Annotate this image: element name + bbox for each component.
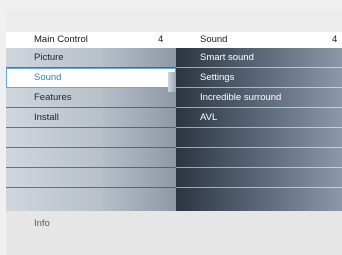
menu-item-picture[interactable]: Picture (6, 48, 176, 68)
menu-item-empty (6, 128, 176, 148)
sound-submenu-panel: Smart sound Settings Incredible surround… (176, 48, 342, 211)
submenu-item-empty (176, 148, 342, 168)
menu-item-empty (6, 148, 176, 168)
menu-item-label: Install (34, 112, 59, 123)
submenu-item-label: Smart sound (200, 52, 254, 63)
main-menu-panel: Picture Sound Features Install (6, 48, 176, 211)
menu-item-empty (6, 168, 176, 188)
submenu-title: Sound (200, 34, 228, 45)
submenu-item-label: Settings (200, 72, 235, 83)
main-control-title: Main Control (34, 34, 88, 45)
submenu-item-settings[interactable]: Settings (176, 68, 342, 88)
menu-item-label: Sound (34, 72, 62, 83)
submenu-item-empty (176, 188, 342, 208)
submenu-item-label: AVL (200, 112, 218, 123)
selection-connector (168, 72, 176, 92)
menu-item-label: Picture (34, 52, 64, 63)
submenu-item-label: Incredible surround (200, 92, 282, 103)
submenu-item-empty (176, 168, 342, 188)
submenu-item-avl[interactable]: AVL (176, 108, 342, 128)
submenu-count: 4 (332, 34, 338, 45)
menu-item-sound[interactable]: Sound (6, 68, 176, 88)
info-label: Info (34, 218, 50, 229)
menu-item-label: Features (34, 92, 72, 103)
top-band (6, 10, 342, 32)
submenu-item-empty (176, 128, 342, 148)
submenu-item-smart-sound[interactable]: Smart sound (176, 48, 342, 68)
menu-item-features[interactable]: Features (6, 88, 176, 108)
menu-item-install[interactable]: Install (6, 108, 176, 128)
menu-header-bar: Main Control 4 Sound 4 (6, 32, 342, 48)
submenu-item-incredible-surround[interactable]: Incredible surround (176, 88, 342, 108)
info-panel: Info (6, 211, 342, 255)
menu-item-empty (6, 188, 176, 208)
main-control-count: 4 (158, 34, 164, 45)
